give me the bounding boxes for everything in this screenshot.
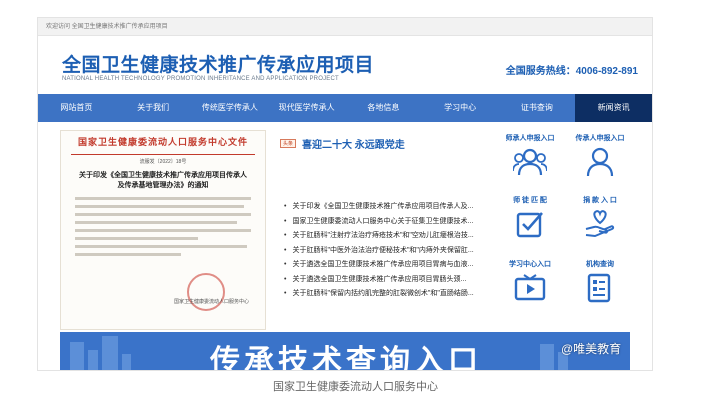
news-item[interactable]: 关于肛肠科"保留内括约肌完整的肛裂微创术"和"直肠结肠... — [284, 287, 500, 302]
quick-label: 传承人申报入口 — [575, 135, 625, 142]
quick-learning-center[interactable]: 学习中心入口 — [496, 260, 564, 303]
donate-hand-icon — [585, 210, 615, 238]
site-subtitle-en: NATIONAL HEALTH TECHNOLOGY PROMOTION INH… — [62, 76, 339, 82]
document-list-icon — [587, 273, 611, 303]
official-seal — [187, 273, 225, 311]
quick-inheritor-apply[interactable]: 传承人申报入口 — [566, 134, 634, 177]
quick-institution-query[interactable]: 机构查询 — [566, 260, 634, 303]
service-hotline: 全国服务热线：4006-892-891 — [505, 66, 638, 77]
banner-building — [122, 354, 131, 370]
document-body — [75, 197, 251, 256]
heritage-query-banner[interactable]: 传承技术查询入口 — [60, 332, 630, 370]
news-item[interactable]: 关于遴选全国卫生健康技术推广传承应用项目胃肠头颈... — [284, 273, 500, 288]
quick-label: 师承人申报入口 — [505, 135, 555, 142]
banner-title: 传承技术查询入口 — [210, 345, 482, 370]
news-item[interactable]: 关于印发《全国卫生健康技术推广传承应用项目传承人及... — [284, 200, 500, 215]
news-item[interactable]: 关于肛肠科"中医外治法治疗便秘技术"和"内痔外夹保留肛... — [284, 244, 500, 259]
news-item[interactable]: 关于肛肠科"注射疗法治疗痔疮技术"和"空劝儿肛瘘根治技... — [284, 229, 500, 244]
banner-building — [70, 342, 84, 370]
document-image[interactable]: 国家卫生健康委流动人口服务中心文件 流服发〔2022〕18号 关于印发《全国卫生… — [60, 130, 266, 330]
document-title: 关于印发《全国卫生健康技术推广传承应用项目传承人及传承基地管理办法》的通知 — [79, 172, 247, 189]
video-screen-icon — [514, 274, 546, 301]
quick-label: 学习中心入口 — [509, 261, 551, 268]
main-nav: 网站首页 关于我们 传统医学传承人 现代医学传承人 各地信息 学习中心 证书查询… — [38, 94, 652, 122]
nav-traditional-medicine[interactable]: 传统医学传承人 — [192, 94, 269, 122]
image-caption: 国家卫生健康委流动人口服务中心 — [273, 381, 438, 393]
news-panel: 头条 喜迎二十大 永远跟党走 关于印发《全国卫生健康技术推广传承应用项目传承人及… — [274, 130, 504, 330]
nav-certificate-query[interactable]: 证书查询 — [499, 94, 576, 122]
nav-modern-medicine[interactable]: 现代医学传承人 — [268, 94, 345, 122]
nav-home[interactable]: 网站首页 — [38, 94, 115, 122]
banner-building — [540, 344, 554, 370]
news-headline[interactable]: 喜迎二十大 永远跟党走 — [302, 136, 405, 151]
news-list: 关于印发《全国卫生健康技术推广传承应用项目传承人及... 国家卫生健康委流动人口… — [284, 200, 500, 302]
website-screenshot: 欢迎访问 全国卫生健康技术推广传承应用项目 全国卫生健康技术推广传承应用项目 N… — [38, 18, 652, 370]
nav-news[interactable]: 新闻资讯 — [575, 94, 652, 122]
quick-label: 机构查询 — [586, 261, 614, 268]
quick-entry-panel: 师承人申报入口 传承人申报入口 师 徒 匹 配 捐 款 入 口 学习中心入口 机… — [496, 130, 634, 330]
top-welcome-bar: 欢迎访问 全国卫生健康技术推广传承应用项目 — [38, 18, 652, 36]
user-icon — [586, 147, 614, 177]
quick-mentor-match[interactable]: 师 徒 匹 配 — [496, 196, 564, 239]
banner-building — [102, 336, 118, 370]
users-group-icon — [513, 148, 547, 176]
quick-label: 捐 款 入 口 — [583, 197, 617, 204]
document-red-rule — [71, 154, 255, 155]
nav-learning-center[interactable]: 学习中心 — [422, 94, 499, 122]
quick-label: 师 徒 匹 配 — [513, 197, 547, 204]
main-content: 国家卫生健康委流动人口服务中心文件 流服发〔2022〕18号 关于印发《全国卫生… — [60, 130, 630, 340]
site-title[interactable]: 全国卫生健康技术推广传承应用项目 — [62, 50, 374, 77]
quick-donate[interactable]: 捐 款 入 口 — [566, 196, 634, 239]
news-item[interactable]: 关于遴选全国卫生健康技术推广传承应用项目胃病与血液... — [284, 258, 500, 273]
document-signature: 国家卫生健康委流动人口服务中心 — [173, 299, 249, 305]
nav-regional-info[interactable]: 各地信息 — [345, 94, 422, 122]
document-header: 国家卫生健康委流动人口服务中心文件 — [77, 137, 248, 147]
checkbox-icon — [516, 212, 543, 238]
nav-about[interactable]: 关于我们 — [115, 94, 192, 122]
headline-tag: 头条 — [280, 139, 297, 148]
site-header: 全国卫生健康技术推广传承应用项目 NATIONAL HEALTH TECHNOL… — [38, 36, 652, 94]
news-item[interactable]: 国家卫生健康委流动人口服务中心关于征集卫生健康技术... — [284, 215, 500, 230]
quick-mentor-apply[interactable]: 师承人申报入口 — [496, 134, 564, 177]
banner-building — [88, 350, 98, 370]
document-number: 流服发〔2022〕18号 — [139, 159, 187, 165]
source-watermark: @唯美教育 — [561, 342, 622, 356]
